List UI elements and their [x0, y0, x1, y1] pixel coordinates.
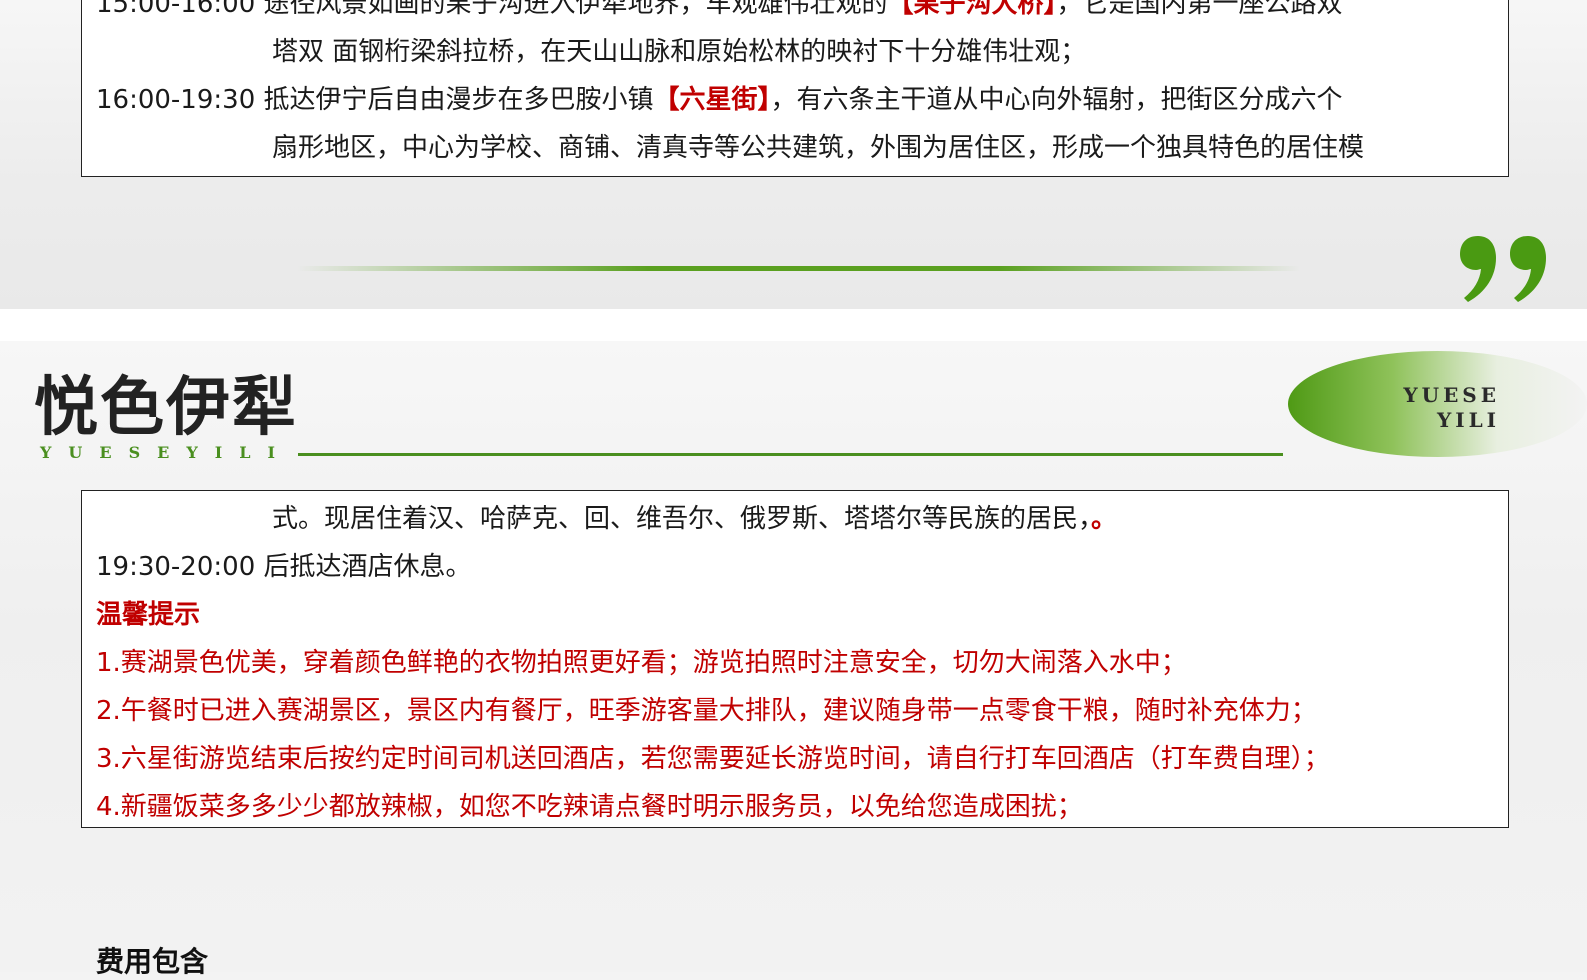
itinerary-box-continued: 15:00-16:00 途径风景如画的果子沟进入伊犁地界，车观雄伟壮观的【果子沟… [81, 0, 1509, 177]
itinerary-text: 抵达伊宁后自由漫步在多巴胺小镇 [263, 85, 654, 115]
badge-text-line2: YILI [1436, 408, 1500, 432]
itinerary-text: 式。现居住着汉、哈萨克、回、维吾尔、俄罗斯、塔塔尔等民族的居民， [272, 504, 1092, 534]
itinerary-line: 扇形地区，中心为学校、商铺、清真寺等公共建筑，外围为居住区，形成一个独具特色的居… [272, 133, 1365, 163]
quote-mark-icon [1460, 236, 1546, 302]
itinerary-line: 15:00-16:00 途径风景如画的果子沟进入伊犁地界，车观雄伟壮观的【果子沟… [96, 0, 1343, 28]
time-slot: 19:30-20:00 [96, 552, 256, 582]
itinerary-text: 后抵达酒店休息。 [263, 552, 472, 582]
itinerary-text: ，有六条主干道从中心向外辐射，把街区分成六个 [770, 85, 1343, 115]
itinerary-red-mark: 。 [1091, 504, 1118, 534]
page-subtitle: YUESEYILI [40, 443, 292, 462]
tip-item: 2.午餐时已进入赛湖景区，景区内有餐厅，旺季游客量大排队，建议随身带一点零食干粮… [96, 696, 1317, 726]
itinerary-text: ，它是国内第一座公路双 [1056, 0, 1343, 19]
tip-item: 3.六星街游览结束后按约定时间司机送回酒店，若您需要延长游览时间，请自行打车回酒… [96, 744, 1330, 774]
time-slot: 16:00-19:30 [96, 85, 256, 115]
itinerary-box: 式。现居住着汉、哈萨克、回、维吾尔、俄罗斯、塔塔尔等民族的居民，。 19:30-… [81, 490, 1509, 828]
itinerary-line: 式。现居住着汉、哈萨克、回、维吾尔、俄罗斯、塔塔尔等民族的居民，。 [272, 495, 1117, 543]
section-heading-fees-included: 费用包含 [96, 945, 209, 978]
title-underline [298, 453, 1283, 456]
itinerary-line: 16:00-19:30 抵达伊宁后自由漫步在多巴胺小镇【六星街】，有六条主干道从… [96, 76, 1343, 124]
page-gap [0, 309, 1587, 341]
highlight-liuxing-street: 【六星街】 [653, 85, 771, 115]
page-title: 悦色伊犁 [34, 370, 298, 445]
tip-item: 1.赛湖景色优美，穿着颜色鲜艳的衣物拍照更好看；游览拍照时注意安全，切勿大闹落入… [96, 648, 1187, 678]
highlight-guozigou-bridge: 【果子沟大桥】 [887, 0, 1057, 19]
itinerary-line: 19:30-20:00 后抵达酒店休息。 [96, 543, 472, 591]
green-divider [297, 266, 1300, 271]
badge-text-line1: YUESE [1403, 383, 1500, 407]
time-slot: 15:00-16:00 [96, 0, 256, 19]
itinerary-line: 塔双 面钢桁梁斜拉桥，在天山山脉和原始松林的映衬下十分雄伟壮观； [272, 37, 1087, 67]
tip-item: 4.新疆饭菜多多少少都放辣椒，如您不吃辣请点餐时明示服务员，以免给您造成困扰； [96, 792, 1083, 822]
itinerary-text: 途径风景如画的果子沟进入伊犁地界，车观雄伟壮观的 [263, 0, 888, 19]
tips-title: 温馨提示 [96, 600, 201, 630]
